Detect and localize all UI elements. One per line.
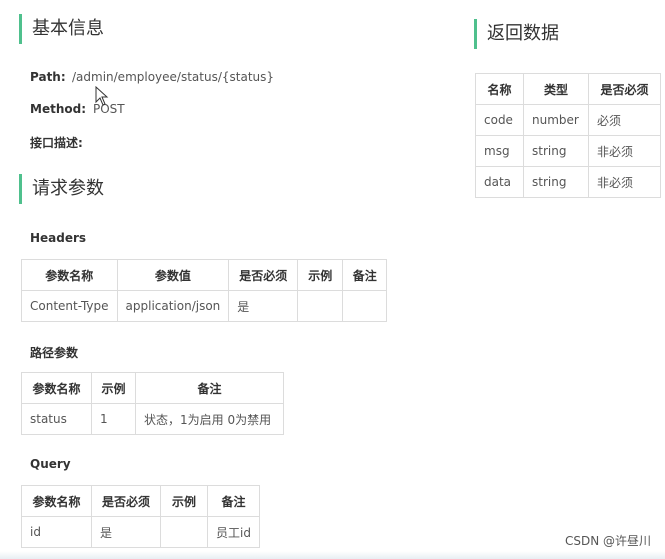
column-header: 参数值 — [116, 259, 230, 291]
table-cell — [342, 290, 388, 322]
table-cell: 1 — [91, 403, 136, 435]
mouse-cursor-icon — [95, 86, 109, 106]
path-value: /admin/employee/status/{status} — [72, 70, 275, 84]
column-header: 是否必须 — [91, 485, 161, 517]
column-header: 是否必须 — [228, 259, 299, 291]
table-cell: string — [523, 135, 589, 167]
response-data-title: 返回数据 — [474, 19, 559, 49]
table-cell: status — [21, 403, 92, 435]
table-cell: msg — [475, 135, 524, 167]
table-row: code number 必须 — [475, 104, 661, 136]
path-label: Path: — [30, 70, 66, 84]
table-cell: Content-Type — [21, 290, 118, 322]
column-header: 备注 — [207, 485, 260, 517]
table-cell: id — [21, 516, 92, 548]
column-header: 是否必须 — [588, 73, 661, 105]
table-cell: code — [475, 104, 524, 136]
query-label: Query — [30, 457, 71, 471]
method-label: Method: — [30, 102, 86, 116]
column-header: 名称 — [475, 73, 524, 105]
table-row: status 1 状态，1为启用 0为禁用 — [21, 403, 284, 435]
table-cell: 是 — [91, 516, 161, 548]
table-cell — [297, 290, 344, 322]
table-row: Content-Type application/json 是 — [21, 290, 388, 322]
path-params-table: 参数名称 示例 备注 status 1 状态，1为启用 0为禁用 — [21, 372, 284, 435]
table-cell: 非必须 — [588, 166, 661, 198]
column-header: 参数名称 — [21, 372, 92, 404]
response-table: 名称 类型 是否必须 code number 必须 msg string 非必须… — [475, 73, 661, 198]
path-params-label: 路径参数 — [30, 346, 79, 360]
table-cell: 非必须 — [588, 135, 661, 167]
table-cell: string — [523, 166, 589, 198]
headers-label: Headers — [30, 231, 87, 245]
headers-table: 参数名称 参数值 是否必须 示例 备注 Content-Type applica… — [21, 259, 388, 322]
column-header: 示例 — [297, 259, 344, 291]
table-cell: 状态，1为启用 0为禁用 — [135, 403, 284, 435]
table-cell: 是 — [228, 290, 299, 322]
table-cell: data — [475, 166, 524, 198]
table-row: msg string 非必须 — [475, 135, 661, 167]
table-cell: 员工id — [207, 516, 260, 548]
basic-info-title: 基本信息 — [19, 14, 104, 44]
table-cell: 必须 — [588, 104, 661, 136]
watermark: CSDN @许昼川 — [564, 534, 651, 548]
column-header: 参数名称 — [21, 485, 92, 517]
column-header: 备注 — [135, 372, 284, 404]
column-header: 示例 — [91, 372, 136, 404]
column-header: 类型 — [523, 73, 589, 105]
column-header: 示例 — [160, 485, 208, 517]
column-header: 参数名称 — [21, 259, 118, 291]
table-row: data string 非必须 — [475, 166, 661, 198]
bottom-edge — [0, 551, 665, 559]
table-cell — [160, 516, 208, 548]
table-header-row: 参数名称 示例 备注 — [21, 372, 284, 404]
table-header-row: 名称 类型 是否必须 — [475, 73, 661, 105]
table-cell: application/json — [116, 290, 230, 322]
table-header-row: 参数名称 是否必须 示例 备注 — [21, 485, 260, 517]
interface-desc-label: 接口描述: — [30, 136, 83, 150]
request-params-title: 请求参数 — [19, 174, 104, 204]
table-row: id 是 员工id — [21, 516, 260, 548]
table-header-row: 参数名称 参数值 是否必须 示例 备注 — [21, 259, 388, 291]
table-cell: number — [523, 104, 589, 136]
column-header: 备注 — [342, 259, 388, 291]
query-table: 参数名称 是否必须 示例 备注 id 是 员工id — [21, 485, 260, 548]
